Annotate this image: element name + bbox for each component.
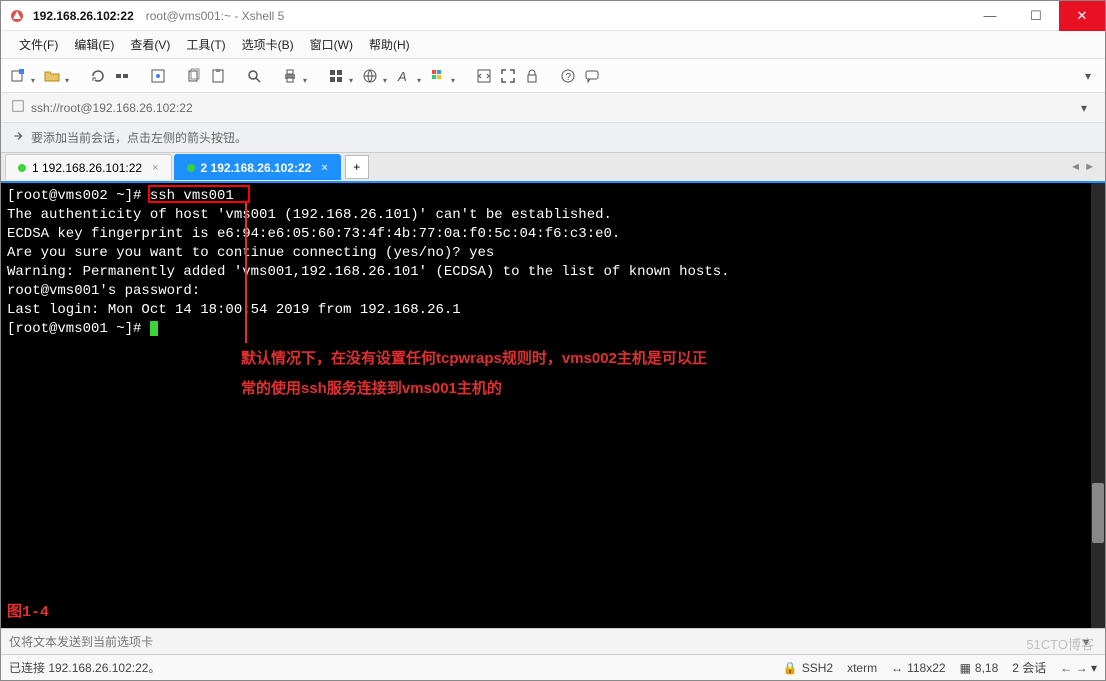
status-sessions: 2 会话 <box>1012 659 1046 676</box>
menu-file[interactable]: 文件(F) <box>11 32 66 57</box>
sendbar: ▾ <box>1 628 1105 654</box>
color-icon[interactable] <box>427 65 449 87</box>
tabbar: 1 192.168.26.101:22 × 2 192.168.26.102:2… <box>1 153 1105 183</box>
terminal-line: ECDSA key fingerprint is e6:94:e6:05:60:… <box>7 225 1099 244</box>
tab-label: 2 192.168.26.102:22 <box>201 161 312 175</box>
properties-icon[interactable] <box>147 65 169 87</box>
hint-arrow-icon[interactable] <box>11 129 25 146</box>
title-sub: root@vms001:~ - Xshell 5 <box>146 9 285 23</box>
terminal-line: Are you sure you want to continue connec… <box>7 244 1099 263</box>
grid-icon: ▦ <box>960 661 971 675</box>
reconnect-icon[interactable] <box>87 65 109 87</box>
tab-close-icon[interactable]: × <box>152 162 158 174</box>
status-nav[interactable]: ← → ▾ <box>1060 661 1097 675</box>
scrollbar-track[interactable] <box>1091 183 1105 628</box>
status-dot-icon <box>18 164 26 172</box>
minimize-button[interactable]: — <box>967 1 1013 31</box>
terminal-line: The authenticity of host 'vms001 (192.16… <box>7 206 1099 225</box>
chat-icon[interactable] <box>581 65 603 87</box>
hint-text: 要添加当前会话，点击左侧的箭头按钮。 <box>31 129 247 146</box>
tab-label: 1 192.168.26.101:22 <box>32 161 142 175</box>
status-dot-icon <box>187 164 195 172</box>
toolbar-dropdown-icon[interactable]: ▾ <box>1077 65 1099 87</box>
help-icon[interactable]: ? <box>557 65 579 87</box>
tab-session-2[interactable]: 2 192.168.26.102:22 × <box>174 154 341 180</box>
addressbar: ssh://root@192.168.26.102:22 ▾ <box>1 93 1105 123</box>
titlebar: 192.168.26.102:22 root@vms001:~ - Xshell… <box>1 1 1105 31</box>
hintbar: 要添加当前会话，点击左侧的箭头按钮。 <box>1 123 1105 153</box>
terminal[interactable]: [root@vms002 ~]# ssh vms001 The authenti… <box>1 183 1105 628</box>
status-pos: ▦8,18 <box>960 661 999 675</box>
terminal-line: root@vms001's password: <box>7 282 1099 301</box>
menu-window[interactable]: 窗口(W) <box>302 32 361 57</box>
title-main: 192.168.26.102:22 <box>33 9 134 23</box>
terminal-line: [root@vms001 ~]# <box>7 320 1099 339</box>
print-icon[interactable] <box>279 65 301 87</box>
lock-icon[interactable] <box>521 65 543 87</box>
app-icon <box>9 8 25 24</box>
encoding-icon[interactable] <box>359 65 381 87</box>
status-proto: 🔒SSH2 <box>783 661 833 675</box>
cursor-icon <box>150 321 158 336</box>
menu-tools[interactable]: 工具(T) <box>178 32 233 57</box>
toolbar: ▾ ▾ ▾ ▾ ▾ A▾ ▾ ? ▾ <box>1 59 1105 93</box>
tab-add-button[interactable]: + <box>345 155 369 179</box>
tab-session-1[interactable]: 1 192.168.26.101:22 × <box>5 154 172 180</box>
terminal-line: Warning: Permanently added 'vms001,192.1… <box>7 263 1099 282</box>
addressbar-dropdown-icon[interactable]: ▾ <box>1073 97 1095 119</box>
tab-close-icon[interactable]: × <box>321 162 327 174</box>
menu-help[interactable]: 帮助(H) <box>361 32 418 57</box>
fullscreen-icon[interactable] <box>497 65 519 87</box>
font-icon[interactable]: A <box>393 65 415 87</box>
status-term: xterm <box>847 661 877 675</box>
resize-icon: ↔ <box>891 661 903 675</box>
app-window: 192.168.26.102:22 root@vms001:~ - Xshell… <box>0 0 1106 681</box>
tab-nav-arrows[interactable]: ◄ ► <box>1064 161 1101 173</box>
open-icon[interactable] <box>41 65 63 87</box>
paste-icon[interactable] <box>207 65 229 87</box>
figure-label: 图1-4 <box>7 603 49 622</box>
statusbar: 已连接 192.168.26.102:22。 🔒SSH2 xterm ↔118x… <box>1 654 1105 680</box>
annotation-connector <box>245 203 247 343</box>
addressbar-icon <box>11 99 25 116</box>
script-icon[interactable] <box>473 65 495 87</box>
copy-icon[interactable] <box>183 65 205 87</box>
maximize-button[interactable]: ☐ <box>1013 1 1059 31</box>
status-size: ↔118x22 <box>891 661 945 675</box>
address-url[interactable]: ssh://root@192.168.26.102:22 <box>31 101 1067 115</box>
send-input[interactable] <box>9 635 1075 649</box>
svg-text:A: A <box>397 69 407 84</box>
menu-edit[interactable]: 编辑(E) <box>66 32 122 57</box>
search-icon[interactable] <box>243 65 265 87</box>
disconnect-icon[interactable] <box>111 65 133 87</box>
svg-text:?: ? <box>566 72 572 83</box>
menu-view[interactable]: 查看(V) <box>122 32 178 57</box>
menubar: 文件(F) 编辑(E) 查看(V) 工具(T) 选项卡(B) 窗口(W) 帮助(… <box>1 31 1105 59</box>
close-button[interactable]: ✕ <box>1059 1 1105 31</box>
layout-icon[interactable] <box>325 65 347 87</box>
status-connection: 已连接 192.168.26.102:22。 <box>9 659 160 676</box>
watermark: 51CTO博客 <box>1026 634 1094 653</box>
highlight-box <box>148 185 250 203</box>
scrollbar-thumb[interactable] <box>1092 483 1104 543</box>
menu-tabs[interactable]: 选项卡(B) <box>234 32 302 57</box>
annotation-text-1: 默认情况下，在没有设置任何tcpwraps规则时，vms002主机是可以正 <box>241 349 707 368</box>
annotation-text-2: 常的使用ssh服务连接到vms001主机的 <box>241 379 502 398</box>
new-session-icon[interactable] <box>7 65 29 87</box>
lock-icon: 🔒 <box>783 661 798 675</box>
terminal-line: Last login: Mon Oct 14 18:00:54 2019 fro… <box>7 301 1099 320</box>
